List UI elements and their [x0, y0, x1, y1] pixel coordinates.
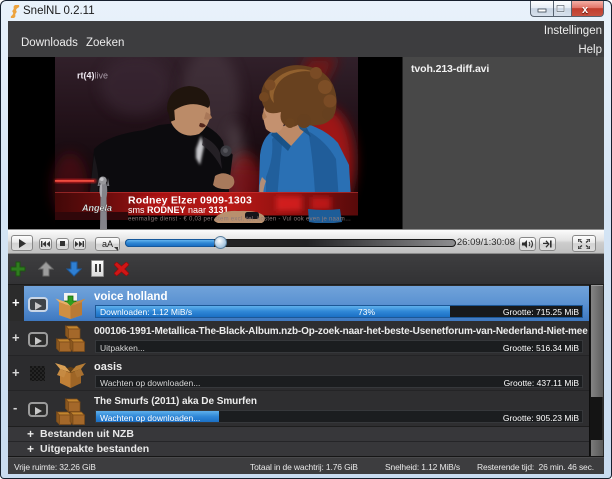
- svg-text:rt(4)live: rt(4)live: [77, 71, 108, 81]
- svg-text:sms RODNEY naar 3131: sms RODNEY naar 3131: [128, 205, 229, 215]
- svg-text:Angela: Angela: [81, 203, 112, 213]
- svg-text:x: x: [582, 4, 589, 16]
- svg-text:eenmalige dienst - € 0,03 per: eenmalige dienst - € 0,03 per stem excl.…: [128, 217, 351, 223]
